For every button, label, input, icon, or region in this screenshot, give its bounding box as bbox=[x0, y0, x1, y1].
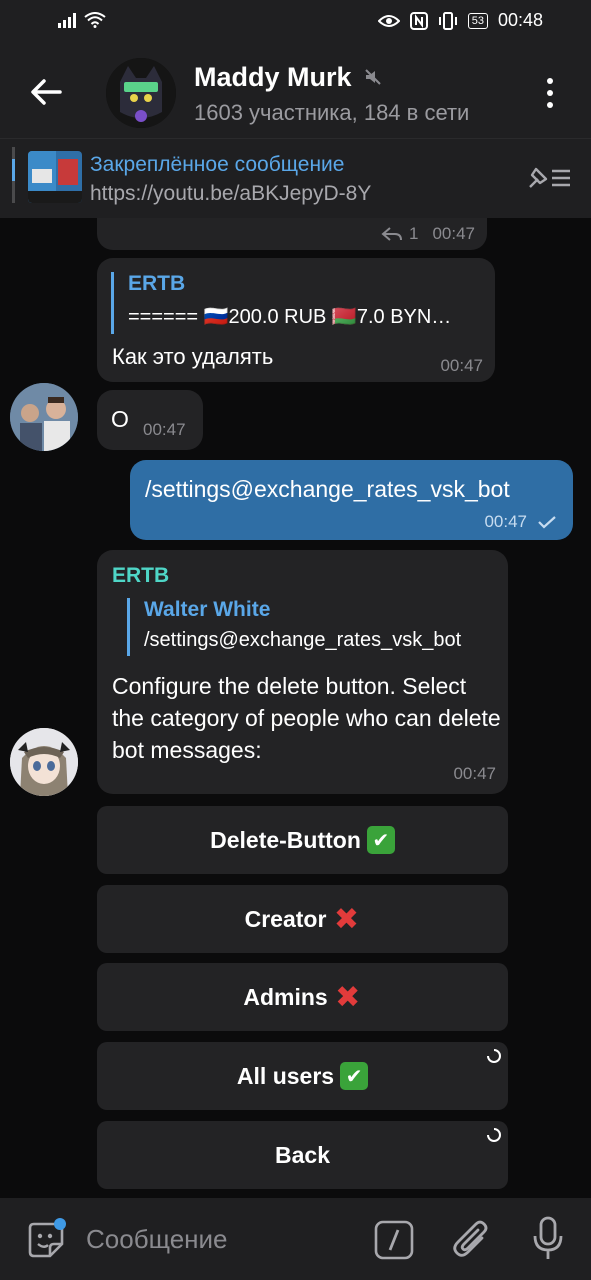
check-mark-icon: ✔ bbox=[340, 1062, 369, 1090]
back-arrow-icon[interactable] bbox=[28, 74, 64, 110]
nfc-icon bbox=[409, 11, 428, 30]
loading-spinner-icon bbox=[487, 1049, 501, 1063]
reply-icon bbox=[381, 227, 402, 241]
pin-indicator bbox=[12, 147, 15, 203]
inline-button-label: All users bbox=[236, 1062, 335, 1089]
check-mark-icon: ✔ bbox=[366, 826, 395, 854]
message-composer: Сообщение bbox=[0, 1198, 591, 1280]
message-time: 00:47 bbox=[143, 420, 186, 439]
message-time: 00:47 bbox=[453, 764, 496, 783]
inline-button-all-users[interactable]: All users ✔ bbox=[97, 1042, 508, 1110]
message-text: О bbox=[111, 406, 129, 432]
status-bar: 53 00:48 bbox=[0, 0, 591, 46]
reply-count: 1 bbox=[408, 224, 419, 243]
status-right: 53 00:48 bbox=[377, 10, 543, 31]
message-time: 00:47 bbox=[484, 512, 527, 531]
attach-paperclip-icon[interactable] bbox=[452, 1218, 492, 1262]
cat-avatar-image bbox=[106, 58, 176, 128]
loading-spinner-icon bbox=[487, 1128, 501, 1142]
clock: 00:48 bbox=[497, 10, 543, 30]
message-bubble[interactable]: ERTB ====== 🇷🇺200.0 RUB 🇧🇾7.0 BYN… Как э… bbox=[97, 258, 495, 382]
chat-header: Maddy Murk 1603 участника, 184 в сети bbox=[0, 46, 591, 138]
group-avatar[interactable] bbox=[106, 58, 176, 128]
reply-quote[interactable]: ERTB ====== 🇷🇺200.0 RUB 🇧🇾7.0 BYN… bbox=[111, 272, 481, 334]
inline-button-admins[interactable]: Admins ✖ bbox=[97, 963, 508, 1031]
pinned-url: https://youtu.be/aBKJepyD-8Y bbox=[90, 182, 372, 205]
chat-subtitle: 1603 участника, 184 в сети bbox=[194, 100, 470, 125]
sticker-emoji-icon[interactable] bbox=[24, 1218, 68, 1262]
inline-button-back[interactable]: Back bbox=[97, 1121, 508, 1189]
pinned-message-bar[interactable]: Закреплённое сообщение https://youtu.be/… bbox=[0, 138, 591, 218]
quote-author: ERTB bbox=[128, 272, 186, 295]
message-text: /settings@exchange_rates_vsk_bot bbox=[145, 476, 510, 502]
wifi-icon bbox=[84, 12, 106, 28]
message-input[interactable]: Сообщение bbox=[86, 1224, 228, 1255]
quote-author: Walter White bbox=[144, 598, 271, 621]
bot-commands-icon[interactable] bbox=[374, 1220, 414, 1260]
inline-button-label: Creator bbox=[244, 905, 327, 932]
message-time: 00:47 bbox=[440, 356, 483, 375]
bot-message-bubble[interactable]: ERTB Walter White /settings@exchange_rat… bbox=[97, 550, 508, 794]
read-check-icon bbox=[538, 516, 556, 529]
pin-list-icon[interactable] bbox=[526, 163, 572, 193]
reply-quote[interactable]: Walter White /settings@exchange_rates_vs… bbox=[127, 598, 497, 656]
more-menu-icon[interactable] bbox=[540, 78, 560, 108]
message-text: Configure the delete button. Select the … bbox=[112, 673, 501, 763]
eye-icon bbox=[377, 14, 400, 27]
pinned-title: Закреплённое сообщение bbox=[90, 153, 345, 176]
chat-title[interactable]: Maddy Murk bbox=[194, 62, 352, 93]
inline-button-label: Back bbox=[275, 1141, 330, 1168]
quote-text: /settings@exchange_rates_vsk_bot bbox=[144, 629, 462, 651]
bot-avatar[interactable] bbox=[10, 728, 78, 796]
sender-name[interactable]: ERTB bbox=[112, 564, 169, 588]
pinned-thumbnail bbox=[28, 151, 82, 203]
message-meta: 1 00:47 bbox=[381, 224, 475, 244]
message-time: 00:47 bbox=[432, 224, 475, 243]
outgoing-message-bubble[interactable]: /settings@exchange_rates_vsk_bot 00:47 bbox=[130, 460, 573, 540]
inline-button-delete-button[interactable]: Delete-Button ✔ bbox=[97, 806, 508, 874]
status-left bbox=[58, 12, 106, 28]
message-list[interactable]: 1 00:47 ERTB ====== 🇷🇺200.0 RUB 🇧🇾7.0 BY… bbox=[0, 218, 591, 1198]
cross-mark-icon: ✖ bbox=[335, 980, 361, 1014]
message-meta: 00:47 bbox=[484, 512, 557, 532]
battery-icon: 53 bbox=[467, 12, 488, 29]
message-bubble[interactable]: О 00:47 bbox=[97, 390, 203, 450]
message-bubble[interactable]: 1 00:47 bbox=[97, 218, 487, 250]
inline-button-creator[interactable]: Creator ✖ bbox=[97, 885, 508, 953]
inline-button-label: Delete-Button bbox=[210, 826, 361, 853]
vibrate-icon bbox=[438, 11, 457, 30]
signal-icon bbox=[58, 12, 76, 28]
user-avatar[interactable] bbox=[10, 383, 78, 451]
cross-mark-icon: ✖ bbox=[333, 902, 359, 936]
message-text: Как это удалять bbox=[112, 344, 274, 369]
muted-icon bbox=[365, 69, 381, 85]
inline-button-label: Admins bbox=[243, 983, 328, 1010]
quote-text: ====== 🇷🇺200.0 RUB 🇧🇾7.0 BYN… bbox=[128, 306, 452, 328]
microphone-icon[interactable] bbox=[532, 1216, 564, 1262]
